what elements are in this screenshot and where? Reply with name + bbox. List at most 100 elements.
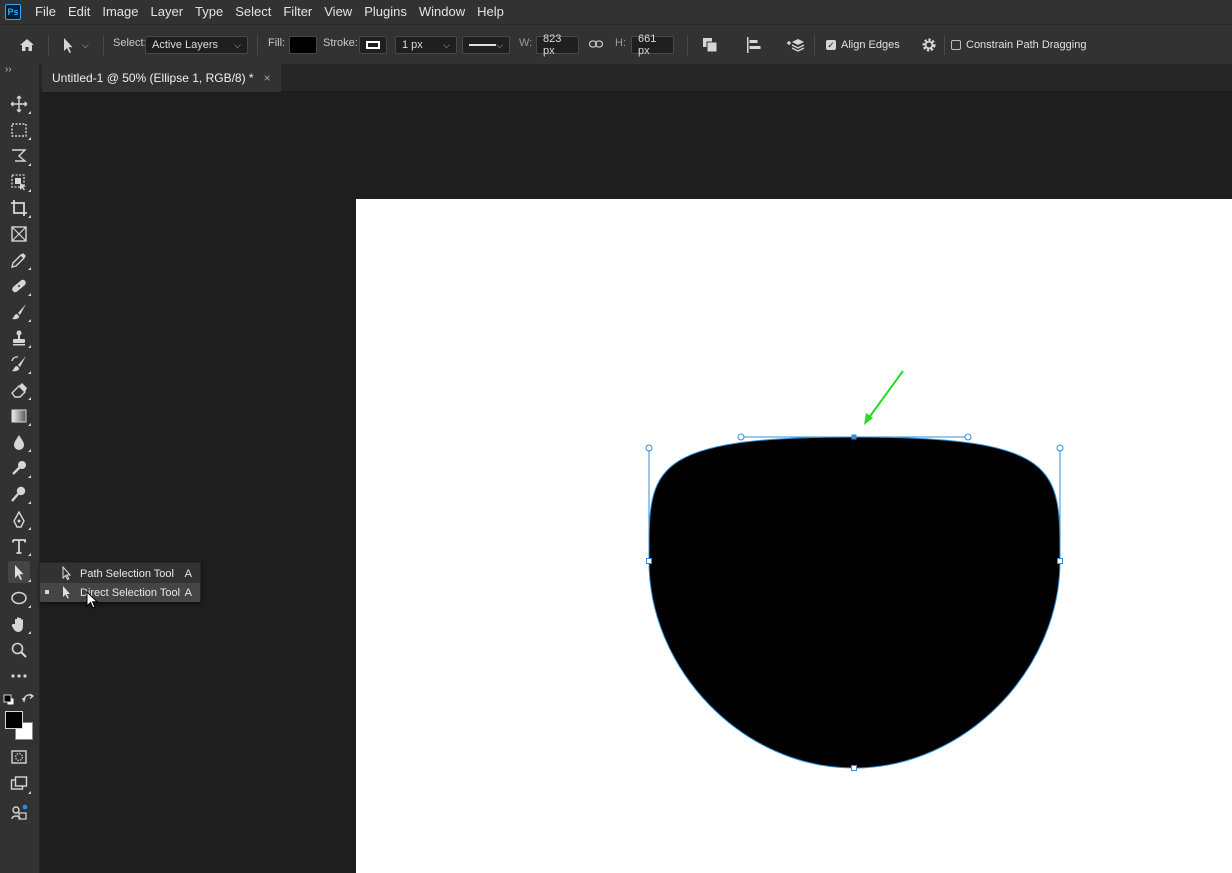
shortcut-key: A	[184, 586, 192, 599]
stroke-swatch-icon	[366, 41, 380, 49]
path-selection-tool-option[interactable]: Path Selection Tool A	[40, 564, 200, 583]
hand-icon	[11, 617, 23, 632]
ellipse-icon	[11, 591, 27, 605]
default-colors-button[interactable]	[3, 694, 15, 706]
water-drop-icon	[14, 435, 24, 450]
healing-brush-tool[interactable]	[8, 275, 31, 297]
document-tab[interactable]: Untitled-1 @ 50% (Ellipse 1, RGB/8) * ×	[42, 64, 281, 92]
settings-button[interactable]	[920, 36, 938, 54]
menu-filter[interactable]: Filter	[277, 0, 318, 24]
chevron-down-icon: ⌵	[496, 39, 503, 50]
link-icon	[588, 40, 604, 48]
clone-stamp-tool[interactable]	[8, 327, 31, 349]
menu-layer[interactable]: Layer	[145, 0, 190, 24]
stroke-width-value: 1 px	[402, 39, 423, 51]
align-edges-checkbox[interactable]: ✓ Align Edges	[826, 39, 900, 51]
document-tab-bar: Untitled-1 @ 50% (Ellipse 1, RGB/8) * ×	[40, 64, 1232, 92]
document-canvas[interactable]	[356, 199, 1232, 873]
pen-nib-icon	[13, 511, 25, 528]
dodge-burn-tool[interactable]	[8, 483, 31, 505]
menu-window[interactable]: Window	[413, 0, 471, 24]
move-tool[interactable]	[8, 93, 31, 115]
gradient-tool[interactable]	[8, 405, 31, 427]
stroke-line-icon	[469, 44, 497, 46]
frame-tool[interactable]	[8, 223, 30, 245]
path-selection-tool-group[interactable]	[8, 561, 31, 583]
eraser-tool[interactable]	[8, 379, 31, 401]
type-icon	[12, 539, 26, 554]
stroke-swatch[interactable]	[359, 36, 387, 54]
type-tool[interactable]	[8, 535, 31, 557]
height-field[interactable]: 661 px	[631, 33, 674, 57]
home-icon	[20, 39, 34, 51]
document-tab-title: Untitled-1 @ 50% (Ellipse 1, RGB/8) *	[52, 71, 254, 85]
path-alignment-button[interactable]	[745, 36, 763, 54]
menu-file[interactable]: File	[29, 0, 62, 24]
align-left-icon	[747, 37, 761, 53]
share-icon	[11, 804, 28, 820]
link-dimensions-button[interactable]	[588, 37, 604, 51]
rectangular-marquee-tool[interactable]	[8, 119, 31, 141]
collapse-panel-icon[interactable]: ››	[5, 64, 12, 75]
eyedropper-tool[interactable]	[8, 249, 31, 271]
home-button[interactable]	[18, 36, 36, 54]
polygonal-lasso-icon	[12, 149, 27, 162]
object-selection-icon	[11, 174, 26, 191]
brush-tool[interactable]	[8, 301, 31, 323]
stroke-width-field[interactable]: 1 px ⌵	[395, 36, 457, 54]
zoom-tool[interactable]	[8, 639, 30, 661]
fill-label: Fill:	[268, 37, 286, 49]
menu-help[interactable]: Help	[471, 0, 510, 24]
fill-swatch[interactable]	[289, 36, 317, 54]
history-brush-tool[interactable]	[8, 353, 31, 375]
burn-brush-icon	[12, 461, 26, 475]
hand-tool[interactable]	[8, 613, 31, 635]
frame-icon	[11, 226, 27, 242]
close-icon[interactable]: ×	[264, 71, 271, 85]
menu-select[interactable]: Select	[229, 0, 277, 24]
path-arrangement-button[interactable]	[786, 36, 806, 54]
arrow-cursor-icon	[15, 565, 24, 580]
path-selection-tool-label: Path Selection Tool	[80, 567, 174, 580]
menu-view[interactable]: View	[318, 0, 358, 24]
constrain-path-label: Constrain Path Dragging	[966, 39, 1087, 51]
screen-mode-button[interactable]	[8, 773, 31, 795]
edit-toolbar-button[interactable]	[8, 665, 30, 687]
stroke-type-dropdown[interactable]: ⌵	[462, 36, 510, 54]
selection-tool-flyout: Path Selection Tool A Direct Selection T…	[39, 562, 201, 602]
object-selection-tool[interactable]	[8, 171, 31, 193]
eyedropper-icon	[11, 253, 26, 268]
menu-type[interactable]: Type	[189, 0, 229, 24]
share-button[interactable]	[8, 802, 30, 824]
path-selection-arrow-icon	[62, 566, 72, 580]
path-operations-button[interactable]	[701, 36, 719, 54]
crop-icon	[11, 200, 27, 216]
constrain-path-dragging-checkbox[interactable]: Constrain Path Dragging	[951, 39, 1086, 51]
menu-plugins[interactable]: Plugins	[358, 0, 413, 24]
eraser-icon	[11, 383, 27, 398]
ellipse-tool[interactable]	[8, 587, 31, 609]
direct-selection-tool-option[interactable]: Direct Selection Tool A	[40, 583, 200, 602]
quick-mask-button[interactable]	[8, 746, 30, 768]
pen-tool[interactable]	[8, 509, 31, 531]
bandage-icon	[12, 279, 26, 293]
marquee-icon	[11, 123, 27, 137]
crop-tool[interactable]	[8, 197, 31, 219]
photoshop-logo-icon: Ps	[5, 4, 21, 20]
screen-mode-icon	[10, 776, 28, 790]
blur-tool[interactable]	[8, 431, 31, 453]
width-field[interactable]: 823 px	[536, 33, 579, 57]
lasso-tool[interactable]	[8, 145, 31, 167]
menu-edit[interactable]: Edit	[62, 0, 96, 24]
tools-panel: ››	[0, 64, 40, 873]
arrow-cursor-icon	[64, 38, 73, 53]
swap-colors-button[interactable]	[21, 693, 35, 706]
path-operations-icon	[703, 38, 718, 53]
foreground-color-swatch[interactable]	[5, 711, 23, 729]
height-label: H:	[615, 37, 626, 49]
menu-image[interactable]: Image	[96, 0, 144, 24]
dodge-tool[interactable]	[8, 457, 31, 479]
arrange-layers-icon	[787, 39, 805, 52]
tool-preset-picker[interactable]: ⌵	[60, 36, 89, 54]
select-dropdown[interactable]: Active Layers ⌵	[145, 36, 248, 54]
